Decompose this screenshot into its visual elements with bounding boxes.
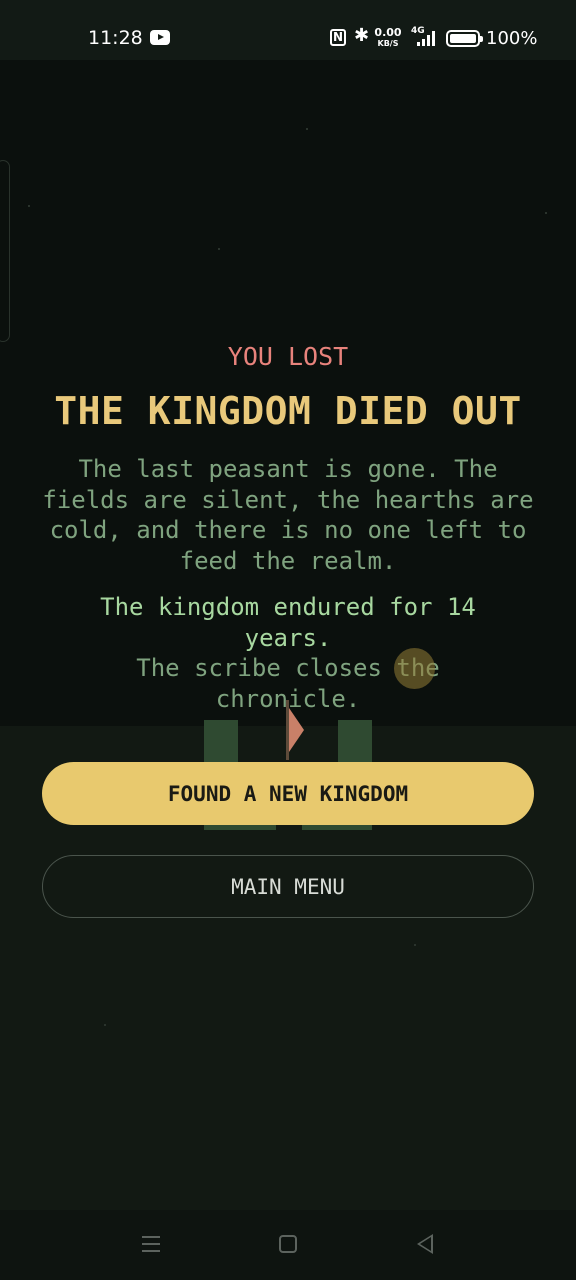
- battery-icon: [446, 30, 483, 47]
- main-menu-button[interactable]: MAIN MENU: [42, 855, 534, 918]
- battery-percent: 100%: [486, 28, 538, 49]
- home-icon[interactable]: [279, 1235, 297, 1253]
- side-edge-handle[interactable]: [0, 160, 10, 342]
- net-speed-unit: KB/S: [377, 39, 399, 48]
- years-endured-text: The kingdom endured for 14 years.: [100, 593, 476, 652]
- game-over-title: THE KINGDOM DIED OUT: [54, 389, 522, 433]
- recent-apps-icon[interactable]: [142, 1234, 160, 1254]
- found-new-kingdom-button[interactable]: FOUND A NEW KINGDOM: [42, 762, 534, 825]
- nfc-icon: N: [330, 29, 346, 46]
- outcome-label: YOU LOST: [227, 342, 349, 371]
- star-speck: [414, 944, 416, 946]
- screen: 11:28 N ✱ 0.00 KB/S 4G 100% YOU LOST THE…: [0, 0, 576, 1280]
- star-speck: [545, 212, 547, 214]
- navigation-bar: [0, 1210, 576, 1280]
- signal-icon: [413, 31, 437, 46]
- youtube-icon: [150, 30, 170, 45]
- net-speed: 0.00: [374, 26, 402, 39]
- star-speck: [104, 1024, 106, 1026]
- status-time: 11:28: [88, 27, 143, 49]
- back-icon[interactable]: [417, 1234, 433, 1254]
- touch-indicator: [394, 648, 435, 689]
- flag: [289, 708, 304, 752]
- bluetooth-icon: ✱: [354, 25, 370, 46]
- star-speck: [306, 128, 308, 130]
- star-speck: [218, 248, 220, 250]
- star-speck: [28, 205, 30, 207]
- status-bar: 11:28 N ✱ 0.00 KB/S 4G 100%: [0, 0, 576, 60]
- game-over-description: The last peasant is gone. The fields are…: [42, 455, 534, 575]
